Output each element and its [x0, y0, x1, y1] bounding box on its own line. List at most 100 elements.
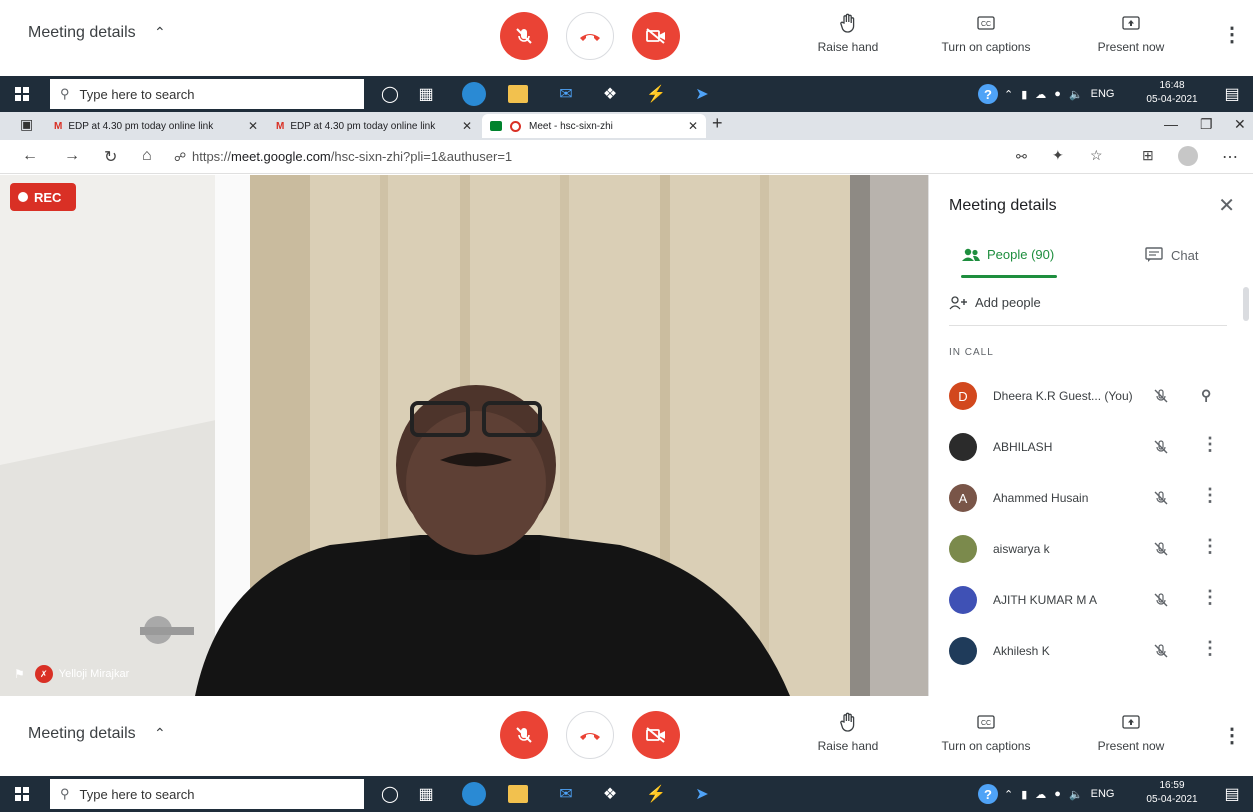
mail-icon[interactable]: ✉ [554, 782, 578, 806]
cortana-icon[interactable]: ◯ [378, 82, 402, 106]
mic-toggle-button[interactable] [500, 12, 548, 60]
file-explorer-icon[interactable] [508, 785, 528, 803]
chevron-up-icon[interactable]: ⌃ [154, 725, 166, 742]
participant-row[interactable]: D Dheera K.R Guest... (You) ⚲ [949, 381, 1239, 411]
camera-toggle-button[interactable] [632, 12, 680, 60]
dropbox-icon[interactable]: ❖ [598, 82, 622, 106]
volume-icon[interactable]: 🔈 [1069, 88, 1083, 101]
new-tab-button[interactable]: + [712, 113, 723, 134]
participant-mic-off-icon[interactable] [1153, 490, 1169, 506]
taskbar-clock[interactable]: 16:48 05-04-2021 [1144, 79, 1200, 107]
participant-mic-off-icon[interactable] [1153, 541, 1169, 557]
tab-chat[interactable]: Chat [1145, 247, 1198, 263]
app-bolt-icon[interactable]: ⚡ [644, 782, 668, 806]
app-arrow-icon[interactable]: ➤ [690, 782, 714, 806]
volume-icon[interactable]: 🔈 [1069, 788, 1083, 801]
chevron-up-icon[interactable]: ⌃ [1004, 88, 1013, 101]
dropbox-icon[interactable]: ❖ [598, 782, 622, 806]
taskbar-search-input[interactable]: ⚲ Type here to search [50, 779, 364, 809]
participant-row[interactable]: ABHILASH ⋮ [949, 432, 1239, 462]
add-people-button[interactable]: Add people [949, 295, 1041, 310]
browser-tab-active[interactable]: Meet - hsc-sixn-zhi ✕ [482, 114, 706, 138]
participant-mic-off-icon[interactable] [1153, 388, 1169, 404]
mic-toggle-button[interactable] [500, 711, 548, 759]
close-tab-icon[interactable]: ✕ [462, 119, 472, 133]
participant-row[interactable]: aiswarya k ⋮ [949, 534, 1239, 564]
address-bar[interactable]: https://meet.google.com/hsc-sixn-zhi?pli… [192, 149, 512, 164]
pin-icon[interactable]: ⚑ [14, 667, 25, 681]
participant-more-icon[interactable]: ⋮ [1201, 587, 1219, 608]
leave-call-button[interactable] [566, 711, 614, 759]
captions-button[interactable]: CC Turn on captions [932, 12, 1040, 54]
chevron-up-icon[interactable]: ⌃ [1004, 788, 1013, 801]
meeting-details-button[interactable]: Meeting details [28, 725, 136, 743]
participant-mic-off-icon[interactable] [1153, 439, 1169, 455]
windows-start-icon[interactable] [0, 76, 44, 112]
close-tab-icon[interactable]: ✕ [248, 119, 258, 133]
battery-icon[interactable]: ▮ [1021, 88, 1027, 101]
leave-call-button[interactable] [566, 12, 614, 60]
participant-mic-off-icon[interactable] [1153, 592, 1169, 608]
participant-row[interactable]: Akhilesh K ⋮ [949, 636, 1239, 666]
tab-people[interactable]: People (90) [961, 247, 1054, 262]
participant-more-icon[interactable]: ⋮ [1201, 434, 1219, 455]
participant-row[interactable]: AJITH KUMAR M A ⋮ [949, 585, 1239, 615]
battery-icon[interactable]: ▮ [1021, 788, 1027, 801]
cloud-icon[interactable]: ☁ [1035, 788, 1046, 801]
panel-scrollbar[interactable] [1243, 287, 1249, 321]
back-arrow-icon[interactable]: ← [22, 147, 38, 165]
collections-icon[interactable]: ⊞ [1142, 147, 1154, 164]
app-bolt-icon[interactable]: ⚡ [644, 82, 668, 106]
captions-button[interactable]: CC Turn on captions [932, 711, 1040, 753]
app-arrow-icon[interactable]: ➤ [690, 82, 714, 106]
lock-icon[interactable]: ☍ [174, 150, 186, 164]
mail-icon[interactable]: ✉ [554, 82, 578, 106]
raise-hand-button[interactable]: Raise hand [810, 711, 886, 753]
windows-start-icon[interactable] [0, 776, 44, 812]
file-explorer-icon[interactable] [508, 85, 528, 103]
help-icon[interactable]: ? [978, 784, 998, 804]
present-now-button[interactable]: Present now [1090, 711, 1172, 753]
browser-menu-icon[interactable]: ⋯ [1222, 147, 1238, 167]
help-icon[interactable]: ? [978, 84, 998, 104]
present-now-button[interactable]: Present now [1090, 12, 1172, 54]
notifications-icon[interactable]: ▤ [1220, 782, 1244, 806]
camera-toggle-button[interactable] [632, 711, 680, 759]
browser-tab[interactable]: M EDP at 4.30 pm today online link ✕ [46, 114, 266, 138]
language-indicator[interactable]: ENG [1091, 88, 1115, 100]
refresh-icon[interactable]: ↻ [104, 147, 117, 167]
task-view-icon[interactable]: ▦ [414, 82, 438, 106]
edge-browser-icon[interactable] [462, 782, 486, 806]
microphone-icon[interactable]: ● [1054, 788, 1061, 800]
language-indicator[interactable]: ENG [1091, 788, 1115, 800]
raise-hand-button[interactable]: Raise hand [810, 12, 886, 54]
browser-tab[interactable]: M EDP at 4.30 pm today online link ✕ [268, 114, 480, 138]
edge-browser-icon[interactable] [462, 82, 486, 106]
taskbar-clock[interactable]: 16:59 05-04-2021 [1144, 779, 1200, 807]
cloud-icon[interactable]: ☁ [1035, 88, 1046, 101]
participant-more-icon[interactable]: ⋮ [1201, 536, 1219, 557]
forward-arrow-icon[interactable]: → [64, 147, 80, 165]
pin-icon[interactable]: ⚲ [1201, 387, 1211, 404]
tab-actions-icon[interactable]: ▣ [20, 116, 33, 133]
participant-more-icon[interactable]: ⋮ [1201, 485, 1219, 506]
meeting-details-button[interactable]: Meeting details [28, 24, 136, 42]
restore-window-button[interactable]: ❐ [1200, 116, 1213, 133]
participant-mic-off-icon[interactable] [1153, 643, 1169, 659]
close-window-button[interactable]: ✕ [1234, 116, 1246, 133]
cortana-icon[interactable]: ◯ [378, 782, 402, 806]
close-panel-icon[interactable]: ✕ [1218, 193, 1235, 218]
chevron-up-icon[interactable]: ⌃ [154, 24, 166, 41]
microphone-permission-icon[interactable]: ⚯ [1016, 149, 1027, 165]
more-options-icon[interactable]: ⋮ [1222, 22, 1242, 47]
minimize-window-button[interactable]: — [1164, 116, 1178, 132]
task-view-icon[interactable]: ▦ [414, 782, 438, 806]
profile-avatar[interactable] [1178, 146, 1198, 166]
close-tab-icon[interactable]: ✕ [688, 119, 698, 133]
participant-more-icon[interactable]: ⋮ [1201, 638, 1219, 659]
taskbar-search-input[interactable]: ⚲ Type here to search [50, 79, 364, 109]
notifications-icon[interactable]: ▤ [1220, 82, 1244, 106]
more-options-icon[interactable]: ⋮ [1222, 723, 1242, 748]
read-aloud-icon[interactable]: ✦ [1052, 147, 1064, 164]
favorites-icon[interactable]: ☆ [1090, 147, 1103, 164]
